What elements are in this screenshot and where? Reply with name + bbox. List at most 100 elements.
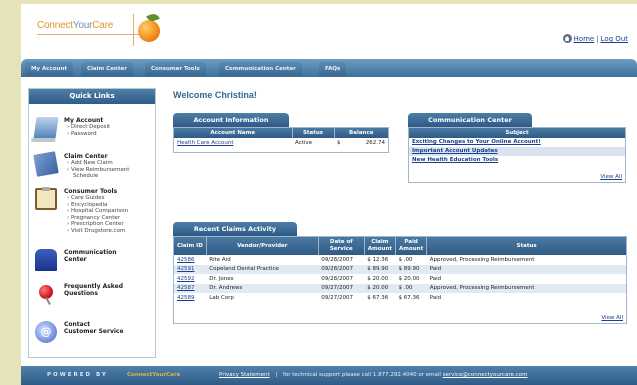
footer-brand-logo[interactable]: ConnectYourCare xyxy=(127,366,180,385)
document-icon[interactable] xyxy=(33,151,59,177)
balance-currency: $ xyxy=(337,139,341,146)
claim-amount: $ 20.00 xyxy=(364,283,396,293)
logout-link[interactable]: Log Out xyxy=(601,35,628,43)
support-email-link[interactable]: service@connectyourcare.com xyxy=(443,372,528,378)
quick-links-sidebar: Quick Links My Account › Direct Deposit … xyxy=(28,88,156,358)
tab-claim-center[interactable]: Claim Center xyxy=(81,62,133,76)
claim-status: Paid xyxy=(429,275,442,282)
tab-communication-center[interactable]: Communication Center xyxy=(219,62,302,76)
account-info-table: Account Name Status Balance Health Care … xyxy=(174,128,388,148)
sidebar-title-my-account[interactable]: My Account xyxy=(64,117,154,124)
claim-vendor: Dr. Andrews xyxy=(206,283,319,293)
top-links: Home | Log Out xyxy=(562,34,628,43)
claim-date: 09/28/2007 xyxy=(318,264,365,274)
logo-text: ConnectYourCare xyxy=(37,20,114,31)
message-link[interactable]: Important Account Updates xyxy=(409,147,625,156)
footer-links: Privacy Statement | for technical suppor… xyxy=(219,366,527,385)
table-row: Health Care Account Active $262.74 xyxy=(174,138,388,148)
sidebar-title-contact[interactable]: Contact Customer Service xyxy=(64,321,124,335)
claim-vendor: Copeland Dental Practice xyxy=(206,264,319,274)
account-status: Active xyxy=(295,139,313,146)
communication-view-all-link[interactable]: View All xyxy=(600,174,622,180)
home-link[interactable]: Home xyxy=(574,35,595,43)
col-subject: Subject xyxy=(409,128,625,138)
privacy-statement-link[interactable]: Privacy Statement xyxy=(219,372,270,378)
logo-divider xyxy=(133,14,134,46)
page-frame: ConnectYourCare Home | Log Out My Account … xyxy=(21,4,637,385)
powered-by-label: POWERED BY xyxy=(47,372,108,378)
claim-id-link[interactable]: 42587 xyxy=(174,283,207,293)
recent-claims-tab: Recent Claims Activity xyxy=(173,222,297,236)
account-info-panel: Account Name Status Balance Health Care … xyxy=(173,127,389,153)
claim-date: 09/28/2007 xyxy=(321,275,353,282)
footer-bar: POWERED BY ConnectYourCare Privacy State… xyxy=(21,366,637,385)
paid-amount: $ .00 xyxy=(395,283,427,293)
balance-value: 262.74 xyxy=(365,139,385,146)
col-status: Status xyxy=(426,237,626,255)
clipboard-icon[interactable] xyxy=(35,187,57,210)
pushpin-icon[interactable] xyxy=(39,285,53,299)
sidebar-title: Quick Links xyxy=(29,89,155,104)
sidebar-link-visit-drugstore[interactable]: › Visit Drugstore.com xyxy=(64,228,154,235)
table-row: 42591 Copeland Dental Practice 09/28/200… xyxy=(174,264,626,274)
claim-id-link[interactable]: 42591 xyxy=(174,264,207,274)
claim-vendor: Dr. Jones xyxy=(209,275,234,282)
paid-amount: $ 89.90 xyxy=(395,264,427,274)
top-links-separator: | xyxy=(596,35,599,43)
message-link[interactable]: Exciting Changes to Your Online Account! xyxy=(409,138,625,147)
col-status: Status xyxy=(292,128,335,138)
message-link[interactable]: New Health Education Tools xyxy=(409,156,625,165)
recent-claims-panel: Claim ID Vendor/Provider Date of Service… xyxy=(173,236,627,324)
claim-amount: $ 20.00 xyxy=(367,275,389,282)
tab-faqs[interactable]: FAQs xyxy=(319,62,347,76)
sidebar-title-consumer-tools[interactable]: Consumer Tools xyxy=(64,188,154,195)
tab-consumer-tools[interactable]: Consumer Tools xyxy=(145,62,206,76)
col-paid-amount: Paid Amount xyxy=(395,237,428,255)
support-text: for technical support please call 1.877.… xyxy=(282,372,441,378)
email-at-icon[interactable]: @ xyxy=(35,321,57,343)
col-vendor: Vendor/Provider xyxy=(206,237,319,255)
col-claim-amount: Claim Amount xyxy=(364,237,397,255)
claim-status: Approved, Processing Reimbursement xyxy=(426,283,626,293)
footer-separator: | xyxy=(275,372,278,378)
tab-my-account[interactable]: My Account xyxy=(25,62,73,76)
claim-status: Paid xyxy=(426,264,626,274)
claim-id-link[interactable]: 42589 xyxy=(174,293,206,303)
col-account-name: Account Name xyxy=(174,128,293,138)
account-balance: $262.74 xyxy=(334,138,388,148)
paid-amount: $ 20.00 xyxy=(398,275,420,282)
account-info-tab: Account Information xyxy=(173,113,289,127)
claim-status: Paid xyxy=(429,294,442,301)
claim-status: Approved, Processing Reimbursement xyxy=(429,256,535,263)
main-nav: My Account Claim Center Consumer Tools C… xyxy=(21,59,637,77)
communication-table: Subject xyxy=(409,128,625,138)
connectyourcare-logo[interactable]: ConnectYourCare xyxy=(37,12,167,46)
claim-vendor: Lab Corp xyxy=(209,294,234,301)
claims-table: Claim ID Vendor/Provider Date of Service… xyxy=(174,237,626,303)
claims-view-all-link[interactable]: View All xyxy=(601,315,623,321)
claim-vendor: Rite Aid xyxy=(209,256,231,263)
claim-id-link[interactable]: 42586 xyxy=(174,255,206,265)
mailbox-icon[interactable] xyxy=(35,249,57,271)
claim-id-link[interactable]: 42592 xyxy=(174,274,206,284)
sidebar-title-faq[interactable]: Frequently Asked Questions xyxy=(64,283,124,297)
paid-amount: $ 67.36 xyxy=(398,294,420,301)
claim-amount: $ 89.90 xyxy=(364,264,396,274)
communication-center-panel: Subject Exciting Changes to Your Online … xyxy=(408,127,626,183)
communication-center-tab: Communication Center xyxy=(408,113,532,127)
claim-amount: $ 12.36 xyxy=(367,256,389,263)
home-icon[interactable] xyxy=(562,34,572,43)
logo-underline xyxy=(37,34,141,35)
col-claim-id: Claim ID xyxy=(174,237,207,255)
sidebar-link-schedule[interactable]: Schedule xyxy=(64,173,154,180)
table-row: 42589 Lab Corp 09/27/2007 $ 67.36 $ 67.3… xyxy=(174,293,626,303)
sidebar-title-claim-center[interactable]: Claim Center xyxy=(64,153,154,160)
account-name-link[interactable]: Health Care Account xyxy=(174,138,292,148)
table-row: 42587 Dr. Andrews 09/27/2007 $ 20.00 $ .… xyxy=(174,283,626,293)
col-balance: Balance xyxy=(334,128,388,138)
laptop-icon[interactable] xyxy=(33,117,59,139)
col-date: Date of Service xyxy=(318,237,365,255)
sidebar-title-communication-center[interactable]: Communication Center xyxy=(64,249,124,263)
sidebar-link-password[interactable]: › Password xyxy=(64,131,154,138)
claim-date: 09/28/2007 xyxy=(321,256,353,263)
